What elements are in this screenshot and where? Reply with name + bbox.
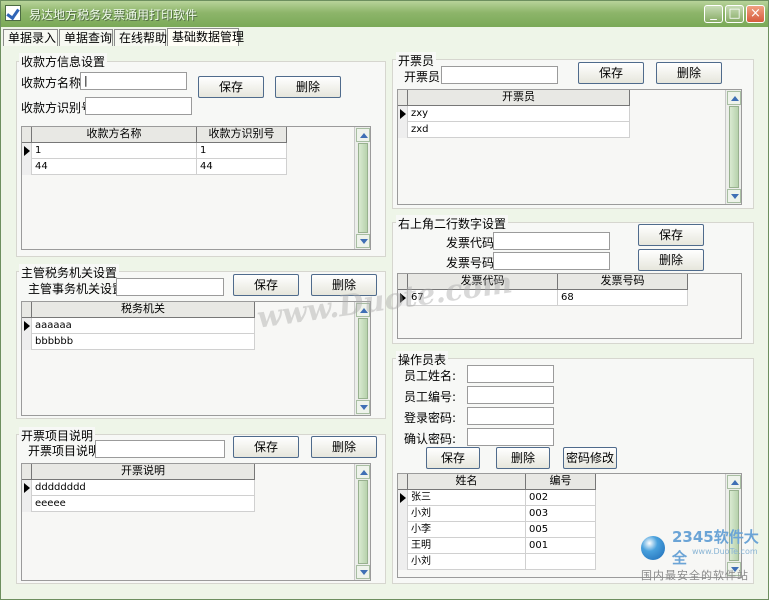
tab-document-query[interactable]: 单据查询: [59, 29, 113, 46]
application-window: 易达地方税务发票通用打印软件 _ □ × 单据录入 单据查询 在线帮助 基础数据…: [0, 0, 769, 600]
table-row[interactable]: eeeee: [22, 496, 255, 512]
issuer-column-header[interactable]: 开票员: [408, 90, 630, 105]
table-row[interactable]: 王明 001: [398, 538, 596, 554]
scroll-thumb[interactable]: [358, 318, 368, 399]
scroll-thumb[interactable]: [358, 143, 368, 233]
invoice-number-column-header[interactable]: 发票号码: [558, 274, 688, 289]
title-bar[interactable]: 易达地方税务发票通用打印软件 _ □ ×: [1, 1, 768, 27]
password-change-button[interactable]: 密码修改: [563, 447, 617, 469]
invoice-item-table[interactable]: 开票说明 dddddddd eeeee: [21, 463, 371, 581]
minimize-button[interactable]: _: [704, 5, 723, 23]
invoice-item-save-button[interactable]: 保存: [233, 436, 299, 458]
invoice-number-input[interactable]: [493, 252, 610, 270]
row-pointer-icon: [400, 493, 406, 503]
scroll-down-icon[interactable]: [727, 189, 741, 203]
app-check-icon: [5, 5, 21, 21]
issuer-label: 开票员: [404, 70, 441, 84]
tab-online-help[interactable]: 在线帮助: [114, 29, 167, 46]
table-row[interactable]: 小刘: [398, 554, 596, 570]
payee-id-input[interactable]: [85, 97, 192, 115]
payee-delete-button[interactable]: 删除: [275, 76, 341, 98]
invoice-code-label: 发票代码: [446, 236, 495, 250]
table-row[interactable]: zxy: [398, 106, 630, 122]
login-password-label: 登录密码:: [404, 411, 457, 425]
scroll-up-icon[interactable]: [727, 91, 741, 105]
tax-authority-label: 主管事务机关设置: [28, 282, 125, 296]
tab-basic-data[interactable]: 基础数据管理: [167, 28, 244, 46]
operator-group-title: 操作员表: [396, 351, 449, 368]
invoice-item-label: 开票项目说明: [28, 444, 101, 458]
issuer-save-button[interactable]: 保存: [578, 62, 644, 84]
tax-authority-column-header[interactable]: 税务机关: [32, 302, 255, 317]
scroll-down-icon[interactable]: [356, 565, 370, 579]
operator-save-button[interactable]: 保存: [426, 447, 480, 469]
invoice-item-column-header[interactable]: 开票说明: [32, 464, 255, 479]
scroll-down-icon[interactable]: [356, 400, 370, 414]
payee-group-title: 收款方信息设置: [19, 53, 108, 70]
row-pointer-icon: [24, 483, 30, 493]
payee-name-input[interactable]: |: [80, 72, 187, 90]
close-button[interactable]: ×: [746, 5, 765, 23]
invoice-code-input[interactable]: [493, 232, 610, 250]
table-row[interactable]: 张三 002: [398, 490, 596, 506]
invoice-number-group-title: 右上角二行数字设置: [396, 215, 509, 232]
scroll-thumb[interactable]: [358, 480, 368, 564]
login-password-input[interactable]: [467, 407, 554, 425]
invoice-item-input[interactable]: [95, 440, 225, 458]
payee-table[interactable]: 收款方名称 收款方识别号 11 44 44: [21, 126, 371, 250]
scroll-up-icon[interactable]: [356, 128, 370, 142]
operator-delete-button[interactable]: 删除: [496, 447, 550, 469]
scroll-up-icon[interactable]: [727, 475, 741, 489]
table-row[interactable]: 11: [22, 143, 287, 159]
scroll-down-icon[interactable]: [356, 234, 370, 248]
scroll-thumb[interactable]: [729, 106, 739, 188]
logo-globe-icon: [641, 536, 665, 560]
invoice-item-scrollbar[interactable]: [354, 464, 370, 580]
scroll-up-icon[interactable]: [356, 465, 370, 479]
payee-scrollbar[interactable]: [354, 127, 370, 249]
row-pointer-icon: [24, 321, 30, 331]
table-row[interactable]: 小李 005: [398, 522, 596, 538]
operator-id-column-header[interactable]: 编号: [526, 474, 596, 489]
table-row[interactable]: 44 44: [22, 159, 287, 175]
tax-save-button[interactable]: 保存: [233, 274, 299, 296]
employee-id-label: 员工编号:: [404, 390, 457, 404]
tax-authority-input[interactable]: [116, 278, 224, 296]
confirm-password-input[interactable]: [467, 428, 554, 446]
employee-name-label: 员工姓名:: [404, 369, 457, 383]
invoice-number-delete-button[interactable]: 删除: [638, 249, 704, 271]
operator-name-column-header[interactable]: 姓名: [408, 474, 526, 489]
employee-id-input[interactable]: [467, 386, 554, 404]
employee-name-input[interactable]: [467, 365, 554, 383]
table-row[interactable]: zxd: [398, 122, 630, 138]
payee-name-label: 收款方名称: [21, 76, 82, 90]
table-row[interactable]: 小刘 003: [398, 506, 596, 522]
table-row[interactable]: bbbbbb: [22, 334, 255, 350]
issuer-group-title: 开票员: [396, 52, 437, 69]
issuer-input[interactable]: [441, 66, 558, 84]
payee-name-column-header[interactable]: 收款方名称: [32, 127, 197, 142]
invoice-item-delete-button[interactable]: 删除: [311, 436, 377, 458]
issuer-table[interactable]: 开票员 zxy zxd: [397, 89, 742, 205]
row-pointer-icon: [400, 109, 406, 119]
window-title: 易达地方税务发票通用打印软件: [29, 8, 198, 22]
issuer-scrollbar[interactable]: [725, 90, 741, 204]
confirm-password-label: 确认密码:: [404, 432, 457, 446]
table-row[interactable]: dddddddd: [22, 480, 255, 496]
tax-group-title: 主管税务机关设置: [19, 264, 120, 281]
payee-save-button[interactable]: 保存: [198, 76, 264, 98]
invoice-number-save-button[interactable]: 保存: [638, 224, 704, 246]
table-row[interactable]: aaaaaa: [22, 318, 255, 334]
maximize-button[interactable]: □: [725, 5, 744, 23]
tab-document-entry[interactable]: 单据录入: [3, 29, 58, 46]
payee-id-label: 收款方识别号: [21, 101, 94, 115]
payee-id-column-header[interactable]: 收款方识别号: [197, 127, 287, 142]
logo-slogan: 国内最安全的软件站: [641, 569, 749, 582]
logo-url: www.DuoTe.com: [692, 547, 758, 556]
issuer-delete-button[interactable]: 删除: [656, 62, 722, 84]
row-pointer-icon: [24, 146, 30, 156]
